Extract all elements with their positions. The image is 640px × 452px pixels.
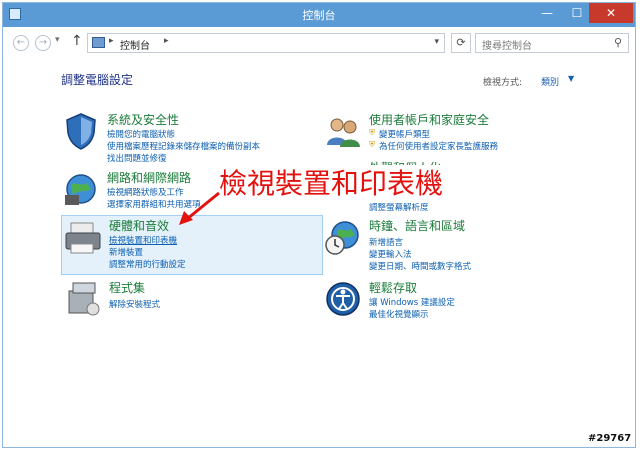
category-programs: 程式集 解除安裝程式	[63, 279, 321, 323]
breadcrumb-chevron-icon[interactable]: ▸	[164, 36, 169, 46]
title-bar[interactable]: 控制台 — ☐ ✕	[3, 3, 635, 27]
page-title: 調整電腦設定	[61, 73, 134, 87]
category-ease-of-access: 輕鬆存取 讓 Windows 建議設定 最佳化視覺顯示	[323, 279, 623, 323]
forward-button[interactable]: →	[35, 35, 51, 51]
clock-globe-icon[interactable]	[323, 217, 363, 257]
view-by-dropdown[interactable]: 類別	[541, 75, 559, 88]
refresh-button[interactable]: ⟳	[451, 33, 471, 53]
category-title-network-internet[interactable]: 網路和網際網路	[107, 169, 191, 186]
users-icon[interactable]	[323, 111, 363, 151]
link-uninstall-program[interactable]: 解除安裝程式	[109, 298, 160, 310]
chevron-down-icon[interactable]: ▼	[568, 74, 574, 83]
maximize-button[interactable]: ☐	[563, 3, 591, 23]
link-devices-printers[interactable]: 檢視裝置和印表機	[109, 234, 177, 246]
breadcrumb-chevron-icon[interactable]: ▸	[109, 36, 114, 46]
link-windows-suggest-settings[interactable]: 讓 Windows 建議設定	[369, 296, 455, 308]
link-mobility-settings[interactable]: 調整常用的行動設定	[109, 258, 186, 270]
network-globe-icon[interactable]	[61, 169, 101, 209]
printer-icon[interactable]	[63, 217, 103, 257]
category-title-user-accounts[interactable]: 使用者帳戶和家庭安全	[369, 111, 489, 128]
search-placeholder: 搜尋控制台	[482, 41, 532, 52]
annotation-callout: 檢視裝置和印表機	[219, 165, 447, 203]
uac-shield-icon: ⛨	[369, 128, 375, 137]
category-title-clock-language-region[interactable]: 時鐘、語言和區域	[369, 217, 465, 234]
address-dropdown-chevron-icon[interactable]: ▾	[434, 37, 439, 47]
link-file-history-backup[interactable]: 使用檔案歷程記錄來儲存檔案的備份副本	[107, 140, 260, 152]
minimize-button[interactable]: —	[533, 3, 561, 23]
link-find-fix-problems[interactable]: 找出問題並修復	[107, 152, 167, 164]
link-family-safety[interactable]: 為任何使用者設定家長監護服務	[379, 140, 498, 152]
link-change-input-method[interactable]: 變更輸入法	[369, 248, 412, 260]
category-clock-language-region: 時鐘、語言和區域 新增語言 變更輸入法 變更日期、時間或數字格式	[323, 217, 623, 273]
breadcrumb-control-panel[interactable]: 控制台	[120, 37, 150, 52]
programs-box-icon[interactable]	[63, 279, 103, 319]
category-title-hardware-sound[interactable]: 硬體和音效	[109, 217, 169, 234]
link-date-time-format[interactable]: 變更日期、時間或數字格式	[369, 260, 471, 272]
view-by-label: 檢視方式:	[483, 78, 523, 88]
up-button[interactable]: ↑	[71, 33, 83, 49]
category-system-security: 系統及安全性 檢閱您的電腦狀態 使用檔案歷程記錄來儲存檔案的備份副本 找出問題並…	[61, 111, 321, 171]
link-add-language[interactable]: 新增語言	[369, 236, 403, 248]
category-title-programs[interactable]: 程式集	[109, 279, 145, 296]
back-button[interactable]: ←	[13, 35, 29, 51]
recent-locations-chevron-icon[interactable]: ▾	[55, 35, 60, 45]
link-add-device[interactable]: 新增裝置	[109, 246, 143, 258]
watermark: #29767	[588, 433, 632, 444]
link-review-computer-status[interactable]: 檢閱您的電腦狀態	[107, 128, 175, 140]
search-input[interactable]: 搜尋控制台 ⚲	[475, 33, 629, 53]
link-optimize-visual-display[interactable]: 最佳化視覺顯示	[369, 308, 429, 320]
link-change-account-type[interactable]: 變更帳戶類型	[379, 128, 430, 140]
close-button[interactable]: ✕	[589, 3, 633, 23]
address-field[interactable]: ▸ 控制台 ▸ ▾	[87, 33, 445, 53]
category-title-ease-of-access[interactable]: 輕鬆存取	[369, 279, 417, 296]
control-panel-window: 控制台 — ☐ ✕ ← → ▾ ↑ ▸ 控制台 ▸ ▾ ⟳ 搜尋控制台 ⚲ 調整…	[2, 2, 636, 448]
category-title-system-security[interactable]: 系統及安全性	[107, 111, 179, 128]
category-user-accounts: 使用者帳戶和家庭安全 ⛨ 變更帳戶類型 ⛨ 為任何使用者設定家長監護服務	[323, 111, 623, 157]
search-icon: ⚲	[613, 36, 622, 49]
uac-shield-icon: ⛨	[369, 140, 375, 149]
shield-icon[interactable]	[61, 111, 101, 151]
address-toolbar: ← → ▾ ↑ ▸ 控制台 ▸ ▾ ⟳ 搜尋控制台 ⚲	[3, 27, 635, 61]
ease-of-access-icon[interactable]	[323, 279, 363, 319]
control-panel-icon	[92, 37, 105, 48]
annotation-arrow-icon	[179, 191, 220, 225]
